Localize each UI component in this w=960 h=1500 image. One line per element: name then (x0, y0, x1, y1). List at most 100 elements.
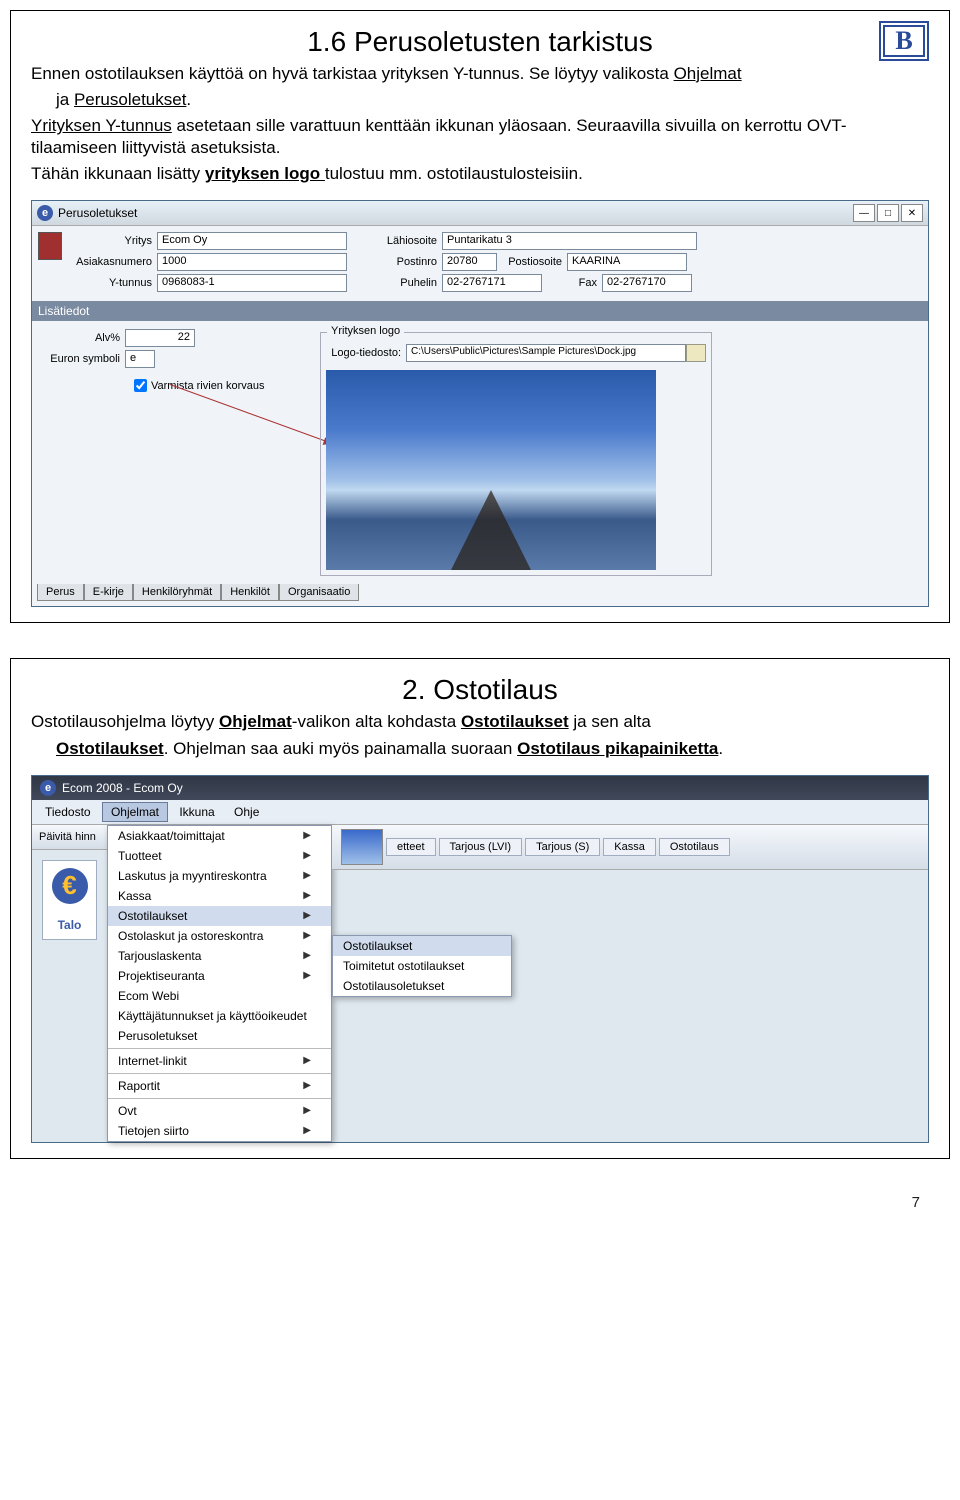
menu-item-ecom-webi[interactable]: Ecom Webi (108, 986, 331, 1006)
chevron-right-icon: ▶ (303, 930, 311, 941)
chevron-right-icon: ▶ (303, 850, 311, 861)
text: Tähän ikkunaan lisätty (31, 164, 205, 183)
input-asiakasnumero[interactable]: 1000 (157, 253, 347, 271)
submenu-oletukset[interactable]: Ostotilausoletukset (333, 976, 511, 996)
slide-1-title: 1.6 Perusoletusten tarkistus (31, 26, 929, 58)
toolbtn-kassa[interactable]: Kassa (603, 838, 656, 856)
menu-item-ovt[interactable]: Ovt▶ (108, 1101, 331, 1121)
menu-item-ostotilaukset[interactable]: Ostotilaukset ▶ (108, 906, 331, 926)
side-panel[interactable]: € Talo (42, 860, 97, 940)
menu-item-kassa[interactable]: Kassa▶ (108, 886, 331, 906)
window-titlebar[interactable]: e Perusoletukset — □ ✕ (32, 201, 928, 226)
chevron-right-icon: ▶ (303, 830, 311, 841)
menu-separator (108, 1098, 331, 1099)
label-alv: Alv% (40, 332, 125, 344)
menu-item-asiakkaat-toimittajat[interactable]: Asiakkaat/toimittajat ▶ (108, 826, 331, 846)
app-icon: e (37, 205, 53, 221)
sidebar-icon[interactable] (38, 232, 62, 260)
menu-item-internet-linkit[interactable]: Internet-linkit▶ (108, 1051, 331, 1071)
para-1b: ja Perusoletukset. (56, 89, 929, 111)
input-ytunnus[interactable]: 0968083-1 (157, 274, 347, 292)
menu-ohje[interactable]: Ohje (226, 803, 267, 821)
menu-item-tietojen-siirto[interactable]: Tietojen siirto▶ (108, 1121, 331, 1141)
text: . Ohjelman saa auki myös painamalla suor… (164, 739, 517, 758)
tab-perus[interactable]: Perus (37, 584, 84, 601)
toolbtn-etteet[interactable]: etteet (386, 838, 436, 856)
text: tulostuu mm. ostotilaustulosteisiin. (325, 164, 583, 183)
menu-separator (108, 1073, 331, 1074)
label-fax: Fax (542, 277, 602, 289)
app-title: Ecom 2008 - Ecom Oy (62, 781, 183, 795)
logo-preview-image (326, 370, 656, 570)
tab-henkiloryh[interactable]: Henkilöryhmät (133, 584, 221, 601)
slide-2: 2. Ostotilaus Ostotilausohjelma löytyy O… (10, 658, 950, 1158)
input-euron[interactable]: e (125, 350, 155, 368)
menu-item-raportit[interactable]: Raportit ▶ (108, 1076, 331, 1096)
menu-item-label: Asiakkaat/toimittajat (118, 829, 225, 843)
maximize-button[interactable]: □ (877, 204, 899, 222)
app-icon: e (40, 780, 56, 796)
menu-item-label: Tuotteet (118, 849, 162, 863)
bold-ostotilaus-pika: Ostotilaus pikapainiketta (517, 739, 718, 758)
logo-letter: B (883, 25, 925, 57)
label-varmista: Varmista rivien korvaus (151, 380, 265, 392)
menu-item-tarjouslaskenta[interactable]: Tarjouslaskenta▶ (108, 946, 331, 966)
input-alv[interactable]: 22 (125, 329, 195, 347)
input-logotiedosto[interactable]: C:\Users\Public\Pictures\Sample Pictures… (406, 344, 686, 362)
input-postiosoite[interactable]: KAARINA (567, 253, 687, 271)
label-euron: Euron symboli (40, 353, 125, 365)
tab-organisaatio[interactable]: Organisaatio (279, 584, 359, 601)
app-titlebar[interactable]: e Ecom 2008 - Ecom Oy (32, 776, 928, 800)
groupbox-logo-title: Yrityksen logo (327, 325, 404, 337)
chevron-right-icon: ▶ (303, 890, 311, 901)
menu-tiedosto[interactable]: Tiedosto (37, 803, 99, 821)
chevron-right-icon: ▶ (303, 1080, 311, 1091)
input-lahiosoite[interactable]: Puntarikatu 3 (442, 232, 697, 250)
menu-item-laskutus-ja-myyntireskontra[interactable]: Laskutus ja myyntireskontra▶ (108, 866, 331, 886)
menu-ohjelmat[interactable]: Ohjelmat (102, 802, 168, 822)
toolbar-thumb-icon[interactable] (341, 829, 383, 865)
text: -valikon alta kohdasta (292, 712, 461, 731)
menu-item-label: Raportit (118, 1079, 160, 1093)
menu-item-perusoletukset[interactable]: Perusoletukset (108, 1026, 331, 1046)
browse-button[interactable] (686, 344, 706, 362)
tab-henkilot[interactable]: Henkilöt (221, 584, 279, 601)
link-ohjelmat: Ohjelmat (674, 64, 742, 83)
slide-2-title: 2. Ostotilaus (31, 674, 929, 706)
chevron-right-icon: ▶ (303, 970, 311, 981)
input-fax[interactable]: 02-2767170 (602, 274, 692, 292)
ohjelmat-dropdown: Asiakkaat/toimittajat ▶ Tuotteet ▶ Laskutus … (107, 825, 332, 1142)
section-lisatiedot: Lisätiedot (32, 301, 928, 321)
menu-item-ostolaskut-ja-ostoreskontra[interactable]: Ostolaskut ja ostoreskontra ▶ (108, 926, 331, 946)
toolbtn-tarjous-s[interactable]: Tarjous (S) (525, 838, 600, 856)
checkbox-varmista[interactable] (134, 379, 147, 392)
text: . (718, 739, 723, 758)
bold-yrityksen-logo: yrityksen logo (205, 164, 325, 183)
toolbar-label-paiv[interactable]: Päivitä hinn (37, 829, 106, 845)
input-postinro[interactable]: 20780 (442, 253, 497, 271)
minimize-button[interactable]: — (853, 204, 875, 222)
bold-ostotilaukset: Ostotilaukset (461, 712, 569, 731)
menu-item-label: Ostotilaukset (118, 909, 187, 923)
menu-item-projektiseuranta[interactable]: Projektiseuranta▶ (108, 966, 331, 986)
input-yritys[interactable]: Ecom Oy (157, 232, 347, 250)
chevron-right-icon: ▶ (303, 910, 311, 921)
menubar: Tiedosto Ohjelmat Ikkuna Ohje (32, 800, 928, 825)
menu-item-label: Ostolaskut ja ostoreskontra (118, 929, 263, 943)
menu-ikkuna[interactable]: Ikkuna (171, 803, 222, 821)
text: ja sen alta (569, 712, 651, 731)
menu-item-label: Perusoletukset (118, 1029, 197, 1043)
toolbtn-tarjous-lvi[interactable]: Tarjous (LVI) (439, 838, 523, 856)
groupbox-logo: Yrityksen logo Logo-tiedosto: C:\Users\P… (320, 332, 712, 576)
close-button[interactable]: ✕ (901, 204, 923, 222)
text: Ostotilausohjelma löytyy (31, 712, 219, 731)
toolbtn-ostotilaus[interactable]: Ostotilaus (659, 838, 730, 856)
menu-item-k-ytt-j-tunnukset-ja-k-ytt-oikeudet[interactable]: Käyttäjätunnukset ja käyttöoikeudet (108, 1006, 331, 1026)
menu-item-label: Laskutus ja myyntireskontra (118, 869, 267, 883)
submenu-ostotilaukset[interactable]: Ostotilaukset (333, 936, 511, 956)
input-puhelin[interactable]: 02-2767171 (442, 274, 542, 292)
tab-ekirje[interactable]: E-kirje (84, 584, 133, 601)
menu-item-tuotteet[interactable]: Tuotteet ▶ (108, 846, 331, 866)
label-yritys: Yritys (72, 235, 157, 247)
submenu-toimitetut[interactable]: Toimitetut ostotilaukset (333, 956, 511, 976)
